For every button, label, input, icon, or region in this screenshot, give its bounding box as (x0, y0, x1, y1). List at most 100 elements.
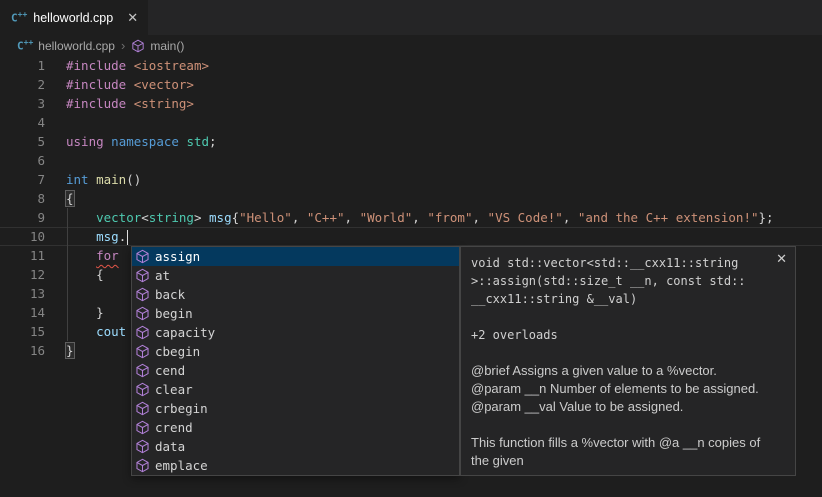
suggest-item-back[interactable]: back (132, 285, 459, 304)
code-token: <string> (134, 96, 194, 111)
code-token: #include (66, 96, 134, 111)
symbol-method-icon (135, 325, 150, 340)
code-line[interactable]: 7 int main() (0, 170, 822, 189)
code-line[interactable]: 5using namespace std; (0, 132, 822, 151)
line-number: 12 (0, 265, 45, 284)
line-content: #include <iostream> (66, 56, 822, 75)
code-line[interactable]: 6 (0, 151, 822, 170)
autocomplete-suggest-widget: assign at back begin capacity cbegin cend clear… (131, 246, 460, 476)
suggest-item-crbegin[interactable]: crbegin (132, 399, 459, 418)
suggest-item-data[interactable]: data (132, 437, 459, 456)
code-token: #include (66, 58, 134, 73)
docs-blank-line (471, 344, 785, 362)
code-token: <vector> (134, 77, 194, 92)
suggest-item-emplace[interactable]: emplace (132, 456, 459, 475)
code-token: < (141, 210, 149, 225)
code-line[interactable]: 3 #include <string> (0, 94, 822, 113)
code-token: "from" (427, 210, 472, 225)
code-token: namespace (111, 134, 179, 149)
docs-overloads: +2 overloads (471, 326, 785, 344)
cpp-file-icon: C++ (17, 39, 33, 52)
line-number: 5 (0, 132, 45, 151)
line-number: 1 (0, 56, 45, 75)
line-content (66, 151, 822, 170)
code-token: { (96, 267, 104, 282)
symbol-method-icon (135, 344, 150, 359)
suggest-item-label: crbegin (155, 401, 208, 416)
code-line[interactable]: 1 #include <iostream> (0, 56, 822, 75)
line-content: int main() (66, 170, 822, 189)
suggest-item-label: capacity (155, 325, 215, 340)
code-line[interactable]: 4 (0, 113, 822, 132)
docs-body-line: @param __val Value to be assigned. (471, 398, 785, 416)
cpp-file-icon: C++ (11, 11, 27, 24)
suggest-item-cend[interactable]: cend (132, 361, 459, 380)
tab-close-icon[interactable]: ✕ (127, 11, 138, 24)
code-token: vector (96, 210, 141, 225)
text-cursor (127, 230, 129, 245)
docs-body-line: the given (471, 452, 785, 470)
tab-helloworld-cpp[interactable]: C++ helloworld.cpp ✕ (0, 0, 148, 35)
code-token: > (194, 210, 209, 225)
suggest-item-label: back (155, 287, 185, 302)
line-number: 6 (0, 151, 45, 170)
docs-close-icon[interactable]: ✕ (776, 251, 787, 267)
suggest-item-assign[interactable]: assign (132, 247, 459, 266)
suggest-item-at[interactable]: at (132, 266, 459, 285)
tab-label: helloworld.cpp (33, 11, 113, 25)
code-token: "World" (360, 210, 413, 225)
suggest-item-capacity[interactable]: capacity (132, 323, 459, 342)
code-token: #include (66, 77, 134, 92)
line-number: 9 (0, 208, 45, 227)
code-token: main (96, 172, 126, 187)
docs-body-line (471, 416, 785, 434)
docs-content: void std::vector<std::__cxx11::string>::… (471, 254, 785, 470)
code-token: ; (209, 134, 217, 149)
symbol-method-icon (135, 401, 150, 416)
line-number: 4 (0, 113, 45, 132)
code-token: msg (96, 229, 119, 244)
suggest-item-begin[interactable]: begin (132, 304, 459, 323)
suggest-item-label: data (155, 439, 185, 454)
line-number: 3 (0, 94, 45, 113)
code-token: msg (209, 210, 232, 225)
line-content (66, 113, 822, 132)
suggest-item-label: cend (155, 363, 185, 378)
symbol-method-icon (135, 458, 150, 473)
suggest-item-label: clear (155, 382, 193, 397)
docs-signature-line: >::assign(std::size_t __n, const std:: (471, 272, 785, 290)
code-line[interactable]: 8{ (0, 189, 822, 208)
suggest-item-cbegin[interactable]: cbegin (132, 342, 459, 361)
code-token: }; (759, 210, 774, 225)
symbol-method-icon (135, 439, 150, 454)
indent-guide (67, 208, 68, 341)
line-number: 7 (0, 170, 45, 189)
code-line[interactable]: 10 msg. (0, 227, 822, 246)
line-number: 15 (0, 322, 45, 341)
symbol-method-icon (135, 420, 150, 435)
code-token (66, 267, 96, 282)
symbol-method-icon (135, 268, 150, 283)
code-token: cout (96, 324, 126, 339)
code-token (66, 229, 96, 244)
line-content: msg. (66, 227, 822, 246)
code-token: , (472, 210, 487, 225)
code-line[interactable]: 9 vector<string> msg{"Hello", "C++", "Wo… (0, 208, 822, 227)
docs-body-line: This function fills a %vector with @a __… (471, 434, 785, 452)
code-line[interactable]: 2#include <vector> (0, 75, 822, 94)
suggest-item-crend[interactable]: crend (132, 418, 459, 437)
code-token: "Hello" (239, 210, 292, 225)
breadcrumb-symbol[interactable]: main() (150, 39, 184, 53)
chevron-right-icon: › (121, 38, 125, 53)
code-token: , (345, 210, 360, 225)
code-token (89, 172, 97, 187)
docs-signature-line: __cxx11::string &__val) (471, 290, 785, 308)
code-token (66, 324, 96, 339)
line-content: #include <string> (66, 94, 822, 113)
suggest-item-label: assign (155, 249, 200, 264)
suggest-item-clear[interactable]: clear (132, 380, 459, 399)
code-token: } (96, 305, 104, 320)
code-token: int (66, 172, 89, 187)
line-number: 11 (0, 246, 45, 265)
breadcrumb-file[interactable]: helloworld.cpp (38, 39, 115, 53)
